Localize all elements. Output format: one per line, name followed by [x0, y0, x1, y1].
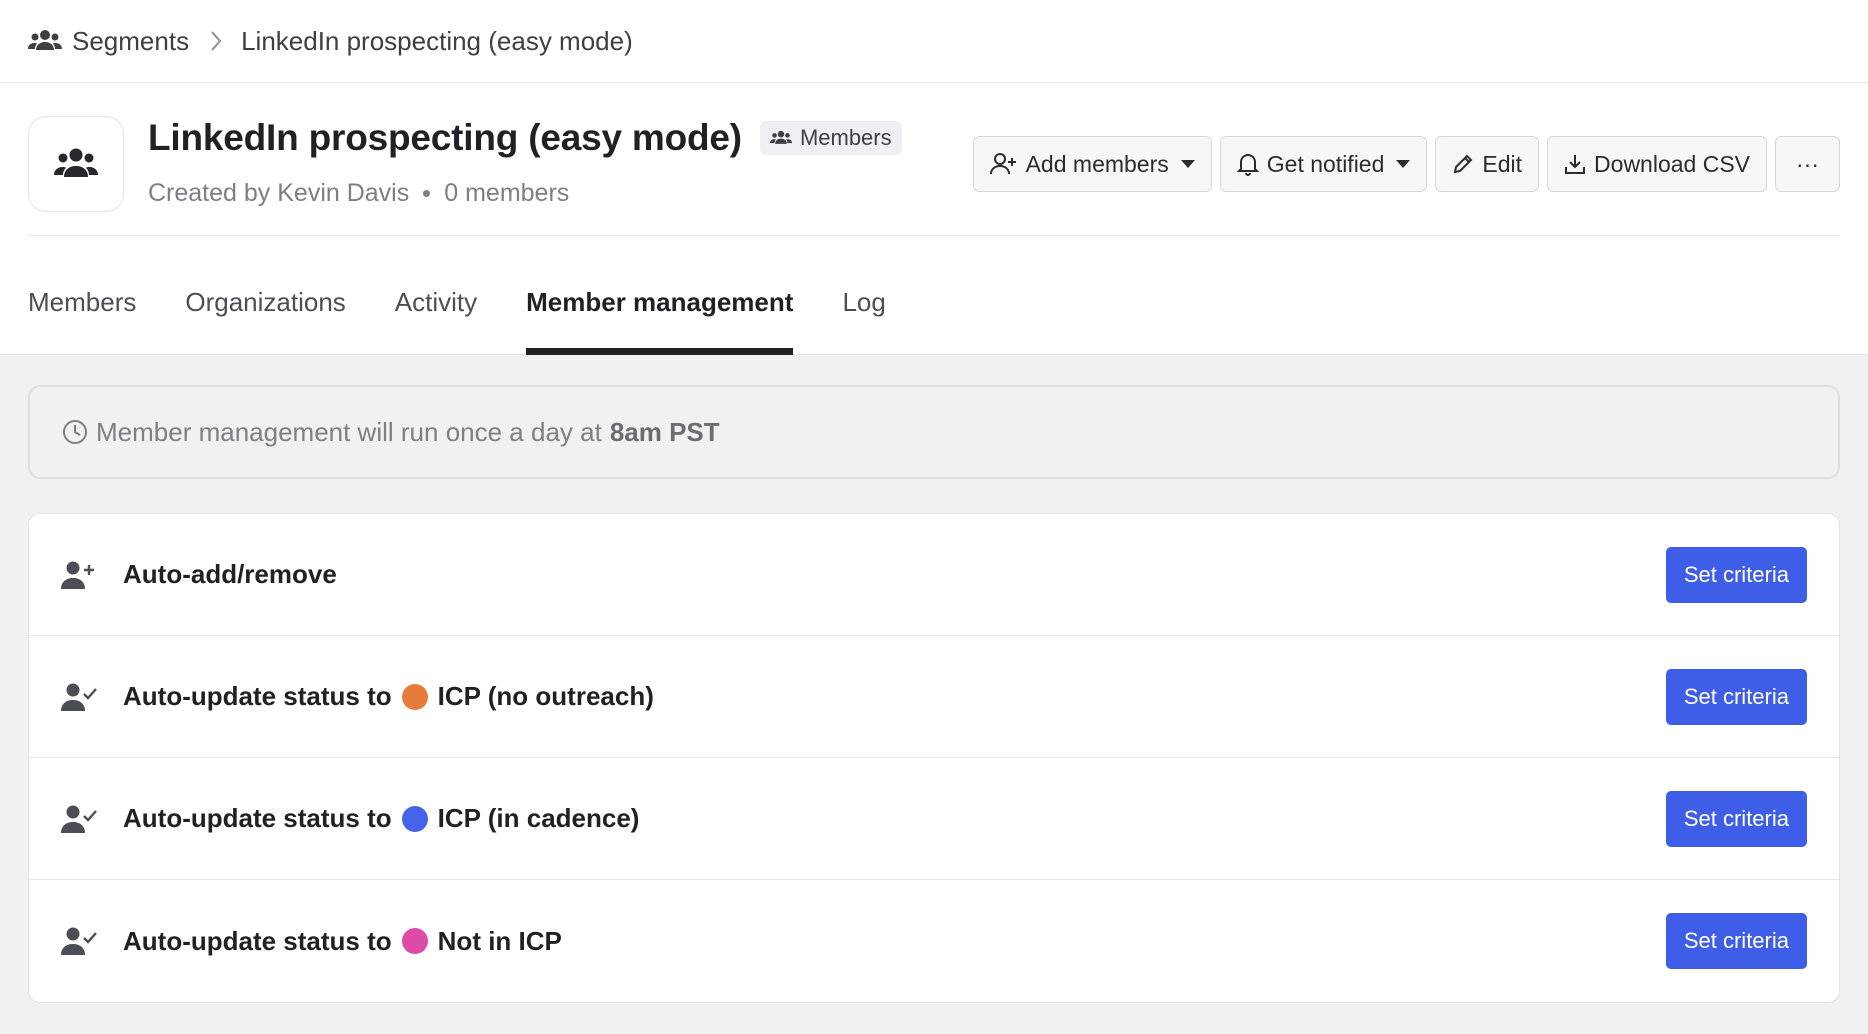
segment-type-badge: Members — [759, 121, 902, 155]
rule-label: Auto-update status to — [123, 681, 392, 711]
status-name: ICP (no outreach) — [437, 681, 654, 711]
pencil-icon — [1454, 154, 1473, 174]
user-check-icon — [61, 682, 99, 712]
breadcrumb-segments[interactable]: Segments — [28, 26, 189, 57]
get-notified-button[interactable]: Get notified — [1219, 136, 1428, 192]
notice-text: Member management will run once a day at — [96, 416, 602, 447]
status-dot — [401, 683, 428, 710]
caret-down-icon — [1180, 160, 1195, 168]
breadcrumb-root[interactable]: Segments — [72, 26, 189, 57]
schedule-notice: Member management will run once a day at… — [28, 385, 1840, 479]
status-dot — [401, 805, 428, 832]
breadcrumb: Segments LinkedIn prospecting (easy mode… — [0, 0, 1868, 83]
add-members-button[interactable]: Add members — [972, 136, 1212, 192]
status-dot — [401, 928, 428, 954]
more-options-button[interactable]: ··· — [1775, 136, 1840, 192]
user-check-icon — [61, 926, 99, 956]
member-management-panel: Member management will run once a day at… — [0, 355, 1868, 1034]
created-by: Created by Kevin Davis — [148, 179, 410, 207]
download-icon — [1565, 155, 1586, 174]
user-check-icon — [61, 804, 99, 834]
tab-organizations[interactable]: Organizations — [185, 287, 345, 354]
breadcrumb-current: LinkedIn prospecting (easy mode) — [241, 25, 633, 56]
segment-avatar — [28, 116, 124, 212]
ellipsis-icon: ··· — [1796, 150, 1819, 177]
tab-member-management[interactable]: Member management — [526, 287, 794, 355]
notice-time: 8am PST — [609, 416, 720, 447]
badge-label: Members — [799, 125, 892, 150]
tab-log[interactable]: Log — [842, 287, 885, 354]
users-icon — [54, 148, 98, 177]
download-csv-button[interactable]: Download CSV — [1547, 136, 1768, 192]
set-criteria-button[interactable]: Set criteria — [1665, 668, 1807, 725]
status-name: ICP (in cadence) — [437, 803, 640, 833]
bell-icon — [1236, 154, 1259, 176]
separator-dot — [423, 190, 431, 197]
user-plus-icon — [989, 153, 1016, 175]
user-plus-icon — [61, 560, 99, 590]
header-actions: Add members Get notified Edit Download C… — [972, 136, 1840, 192]
rule-status-not-in-icp: Auto-update status to Not in ICP Set cri… — [29, 880, 1839, 1002]
automation-rules: Auto-add/remove Set criteria Auto-update… — [28, 513, 1840, 1003]
chevron-right-icon — [209, 30, 223, 52]
users-icon — [769, 130, 792, 144]
rule-label: Auto-update status to — [123, 803, 392, 833]
segment-meta: Created by Kevin Davis 0 members — [148, 179, 569, 208]
rule-status-icp-in-cadence: Auto-update status to ICP (in cadence) S… — [29, 758, 1839, 880]
segment-tabs: Members Organizations Activity Member ma… — [0, 236, 1868, 355]
segment-header: LinkedIn prospecting (easy mode) Members… — [28, 83, 1840, 236]
users-icon — [28, 30, 62, 50]
rule-auto-add-remove: Auto-add/remove Set criteria — [29, 514, 1839, 636]
set-criteria-button[interactable]: Set criteria — [1665, 913, 1807, 969]
set-criteria-button[interactable]: Set criteria — [1665, 546, 1807, 603]
page-title: LinkedIn prospecting (easy mode) — [148, 117, 742, 158]
set-criteria-button[interactable]: Set criteria — [1665, 790, 1807, 847]
status-name: Not in ICP — [437, 925, 562, 956]
tab-activity[interactable]: Activity — [395, 287, 477, 354]
tab-members[interactable]: Members — [28, 287, 136, 354]
rule-status-icp-no-outreach: Auto-update status to ICP (no outreach) … — [29, 636, 1839, 758]
member-count: 0 members — [444, 179, 570, 207]
rule-label: Auto-add/remove — [123, 559, 337, 589]
caret-down-icon — [1396, 160, 1411, 168]
clock-icon — [63, 420, 87, 444]
edit-button[interactable]: Edit — [1435, 136, 1540, 192]
rule-label: Auto-update status to — [123, 925, 392, 956]
